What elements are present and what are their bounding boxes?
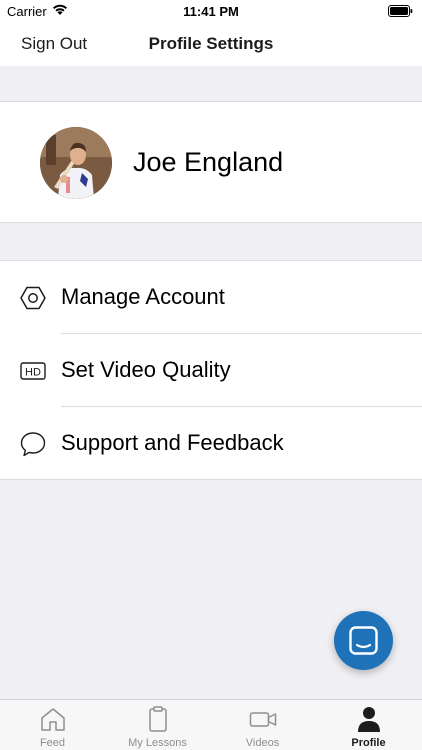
chat-icon bbox=[349, 626, 378, 655]
menu-item-label: Manage Account bbox=[61, 284, 225, 309]
tab-feed[interactable]: Feed bbox=[0, 700, 105, 750]
battery-icon bbox=[388, 5, 413, 17]
home-icon bbox=[40, 708, 65, 731]
page-title: Profile Settings bbox=[148, 34, 274, 53]
settings-menu: Manage Account HD Set Video Quality Supp… bbox=[0, 260, 422, 480]
avatar[interactable] bbox=[40, 127, 112, 199]
video-camera-icon bbox=[249, 712, 276, 727]
profile-card: Joe England bbox=[0, 101, 422, 223]
tab-videos[interactable]: Videos bbox=[210, 700, 315, 750]
menu-item-label: Set Video Quality bbox=[61, 357, 231, 382]
tab-label: Videos bbox=[245, 737, 280, 749]
menu-item-video-quality[interactable]: HD Set Video Quality bbox=[0, 334, 422, 407]
menu-item-manage-account[interactable]: Manage Account bbox=[0, 261, 422, 334]
clipboard-icon bbox=[148, 706, 167, 732]
person-icon bbox=[357, 707, 380, 732]
tab-label: Feed bbox=[39, 737, 66, 749]
navigation-bar: Sign Out Profile Settings bbox=[0, 22, 422, 66]
tab-label: My Lessons bbox=[128, 737, 187, 749]
tab-label: Profile bbox=[351, 737, 386, 749]
menu-item-support-feedback[interactable]: Support and Feedback bbox=[0, 407, 422, 480]
tab-profile[interactable]: Profile bbox=[315, 700, 422, 750]
chat-button[interactable] bbox=[334, 611, 393, 670]
menu-item-label: Support and Feedback bbox=[61, 430, 284, 455]
hexagon-settings-icon bbox=[20, 286, 46, 310]
tab-my-lessons[interactable]: My Lessons bbox=[105, 700, 210, 750]
svg-text:HD: HD bbox=[25, 367, 41, 379]
status-bar: Carrier 11:41 PM bbox=[0, 0, 422, 22]
hd-icon: HD bbox=[20, 362, 46, 380]
avatar-photo bbox=[40, 127, 112, 199]
tab-bar: Feed My Lessons Videos Profile bbox=[0, 699, 422, 750]
profile-name: Joe England bbox=[133, 147, 284, 177]
status-time: 11:41 PM bbox=[183, 4, 239, 19]
speech-bubble-icon bbox=[20, 432, 46, 457]
